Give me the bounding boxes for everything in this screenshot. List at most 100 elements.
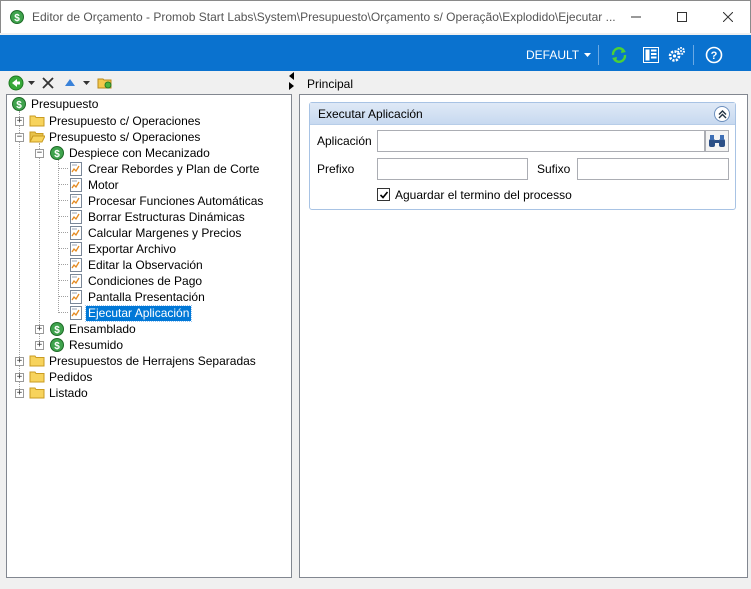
expand-toggle[interactable]: +: [15, 357, 24, 366]
tree-item-action[interactable]: Borrar Estructuras Dinámicas: [68, 209, 247, 225]
tree-item-label: Presupuesto s/ Operaciones: [49, 129, 201, 144]
tree-item-s-operaciones[interactable]: Presupuesto s/ Operaciones: [29, 129, 202, 145]
sufixo-input[interactable]: [577, 158, 729, 180]
tree-item-c-operaciones[interactable]: Presupuesto c/ Operaciones: [29, 113, 202, 129]
tree-item-label: Resumido: [69, 337, 124, 352]
document-icon: [70, 274, 82, 288]
money-icon: $: [50, 338, 64, 352]
tree-item-label: Calcular Margenes y Precios: [88, 225, 242, 240]
aguardar-label[interactable]: Aguardar el termino del processo: [395, 188, 572, 202]
svg-text:$: $: [54, 149, 60, 160]
tree-item-herrajens[interactable]: Presupuestos de Herrajens Separadas: [29, 353, 258, 369]
tree-item-action[interactable]: Procesar Funciones Automáticas: [68, 193, 265, 209]
profile-label: DEFAULT: [526, 48, 580, 62]
expand-toggle[interactable]: +: [15, 373, 24, 382]
tree-connector: [58, 296, 68, 297]
tree-item-action[interactable]: Condiciones de Pago: [68, 273, 204, 289]
tree-item-label: Crear Rebordes y Plan de Corte: [88, 161, 260, 176]
open-folder-button[interactable]: [97, 75, 113, 91]
collapse-toggle[interactable]: −: [35, 149, 44, 158]
chevron-down-icon: [83, 81, 90, 85]
tree-item-label: Pantalla Presentación: [88, 289, 205, 304]
prefixo-label: Prefixo: [317, 162, 355, 176]
document-icon: [70, 194, 82, 208]
tree-connector: [58, 248, 68, 249]
group-title: Executar Aplicación: [318, 107, 423, 121]
folder-refresh-icon: [97, 78, 112, 89]
aplicacion-input[interactable]: [377, 130, 705, 152]
tree-item-label: Editar la Observación: [88, 257, 203, 272]
expand-toggle[interactable]: +: [15, 117, 24, 126]
checkmark-icon: [379, 190, 388, 199]
tree-connector: [39, 143, 40, 345]
tree-connector: [58, 168, 68, 169]
chevron-down-icon: [584, 53, 592, 57]
money-icon: $: [50, 322, 64, 336]
delete-x-icon: [42, 77, 54, 89]
tree-item-ensamblado[interactable]: $ Ensamblado: [49, 321, 138, 337]
money-icon: $: [50, 146, 64, 160]
folder-icon: [29, 387, 45, 399]
maximize-button[interactable]: [659, 1, 705, 33]
help-button[interactable]: ?: [704, 45, 724, 65]
folder-icon: [29, 115, 45, 127]
window-title: Editor de Orçamento - Promob Start Labs\…: [32, 10, 616, 24]
tree-item-label: Condiciones de Pago: [88, 273, 203, 288]
tree-item-label: Presupuesto c/ Operaciones: [49, 113, 201, 128]
tree-item-label: Exportar Archivo: [88, 241, 177, 256]
tree-item-action[interactable]: Exportar Archivo: [68, 241, 178, 257]
tree-item-label: Pedidos: [49, 369, 93, 384]
document-icon: [70, 162, 82, 176]
folder-icon: [29, 371, 45, 383]
panel-splitter[interactable]: [287, 72, 297, 92]
expand-toggle[interactable]: +: [35, 341, 44, 350]
back-button[interactable]: [8, 75, 35, 91]
tree-item-ejecutar-aplicacion[interactable]: Ejecutar Aplicación: [68, 304, 193, 322]
document-icon: [70, 210, 82, 224]
tree-item-action[interactable]: Editar la Observación: [68, 257, 205, 273]
tree-item-presupuesto[interactable]: $ Presupuesto: [11, 96, 100, 112]
collapse-left-icon: [289, 72, 294, 80]
settings-button[interactable]: [667, 45, 687, 65]
tree-item-label: Motor: [88, 177, 119, 192]
minimize-button[interactable]: [613, 1, 659, 33]
tree-toolbar: [0, 72, 298, 94]
back-arrow-icon: [8, 75, 24, 91]
browse-button[interactable]: [705, 130, 729, 152]
tree-item-pedidos[interactable]: Pedidos: [29, 369, 94, 385]
svg-text:?: ?: [711, 50, 718, 62]
tree-connector: [58, 184, 68, 185]
profile-dropdown[interactable]: DEFAULT: [526, 48, 592, 62]
folder-open-icon: [29, 131, 45, 143]
close-button[interactable]: [705, 1, 751, 33]
prefixo-input[interactable]: [377, 158, 528, 180]
expand-toggle[interactable]: +: [15, 389, 24, 398]
tree-connector: [58, 280, 68, 281]
layout-button[interactable]: [641, 45, 661, 65]
refresh-button[interactable]: [609, 45, 629, 65]
svg-text:$: $: [54, 325, 60, 336]
tree-item-action[interactable]: Motor: [68, 177, 121, 193]
expand-toggle[interactable]: +: [35, 325, 44, 334]
document-icon: [70, 258, 82, 272]
aguardar-checkbox[interactable]: [377, 188, 390, 201]
tree-item-action[interactable]: Crear Rebordes y Plan de Corte: [68, 161, 261, 177]
tree-item-listado[interactable]: Listado: [29, 385, 90, 401]
refresh-icon: [611, 47, 627, 63]
tab-principal[interactable]: Principal: [307, 77, 353, 91]
tree-item-despiece[interactable]: $ Despiece con Mecanizado: [49, 145, 212, 161]
delete-button[interactable]: [42, 75, 54, 91]
collapse-toggle[interactable]: −: [15, 133, 24, 142]
group-collapse-button[interactable]: [714, 106, 730, 122]
tree-connector: [58, 216, 68, 217]
move-up-button[interactable]: [64, 75, 90, 91]
toolbar-separator: [598, 45, 599, 65]
tree-item-action[interactable]: Calcular Margenes y Precios: [68, 225, 243, 241]
help-icon: ?: [705, 46, 723, 64]
sufixo-label: Sufixo: [537, 162, 571, 176]
aplicacion-label: Aplicación: [317, 134, 372, 148]
tree-item-action[interactable]: Pantalla Presentación: [68, 289, 207, 305]
tree-item-label: Despiece con Mecanizado: [69, 145, 210, 160]
close-icon: [723, 12, 733, 22]
tree-item-resumido[interactable]: $ Resumido: [49, 337, 125, 353]
